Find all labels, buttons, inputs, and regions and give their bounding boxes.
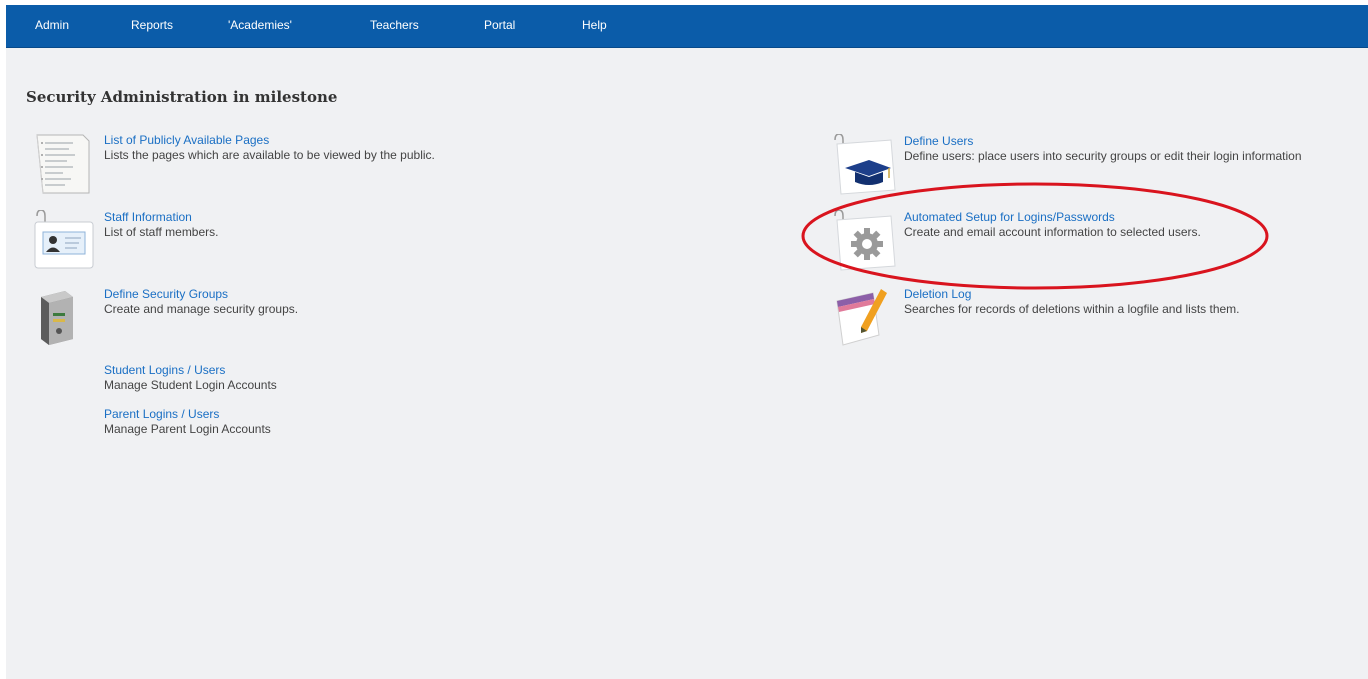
graduation-cap-icon — [834, 134, 896, 195]
security-groups-description: Create and manage security groups. — [104, 302, 299, 316]
parent-logins-link[interactable]: Parent Logins / Users — [104, 407, 219, 421]
parent-logins-description: Manage Parent Login Accounts — [104, 422, 271, 436]
nav-admin[interactable]: Admin — [35, 18, 69, 32]
staff-information-link[interactable]: Staff Information — [104, 210, 192, 224]
student-logins-description: Manage Student Login Accounts — [104, 378, 277, 392]
automated-setup-link[interactable]: Automated Setup for Logins/Passwords — [904, 210, 1115, 224]
define-users-description: Define users: place users into security … — [904, 149, 1302, 163]
deletion-log-description: Searches for records of deletions within… — [904, 302, 1240, 316]
nav-portal[interactable]: Portal — [484, 18, 515, 32]
nav-help[interactable]: Help — [582, 18, 607, 32]
deletion-log-link[interactable]: Deletion Log — [904, 287, 971, 301]
define-users-link[interactable]: Define Users — [904, 134, 973, 148]
public-pages-link[interactable]: List of Publicly Available Pages — [104, 133, 269, 147]
student-logins-link[interactable]: Student Logins / Users — [104, 363, 225, 377]
document-list-icon — [36, 134, 90, 194]
gear-icon — [834, 210, 896, 271]
notepad-pencil-icon — [836, 289, 887, 346]
id-card-icon — [34, 210, 94, 269]
public-pages-description: Lists the pages which are available to b… — [104, 148, 435, 162]
page-title: Security Administration in milestone — [26, 88, 338, 106]
page-frame: Admin Reports 'Academies' Teachers Porta… — [6, 5, 1368, 679]
safe-icon — [41, 291, 73, 345]
nav-reports[interactable]: Reports — [131, 18, 173, 32]
security-groups-link[interactable]: Define Security Groups — [104, 287, 228, 301]
nav-academies[interactable]: 'Academies' — [228, 18, 292, 32]
staff-information-description: List of staff members. — [104, 225, 219, 239]
nav-teachers[interactable]: Teachers — [370, 18, 419, 32]
automated-setup-description: Create and email account information to … — [904, 225, 1201, 239]
top-navbar: Admin Reports 'Academies' Teachers Porta… — [6, 5, 1368, 48]
